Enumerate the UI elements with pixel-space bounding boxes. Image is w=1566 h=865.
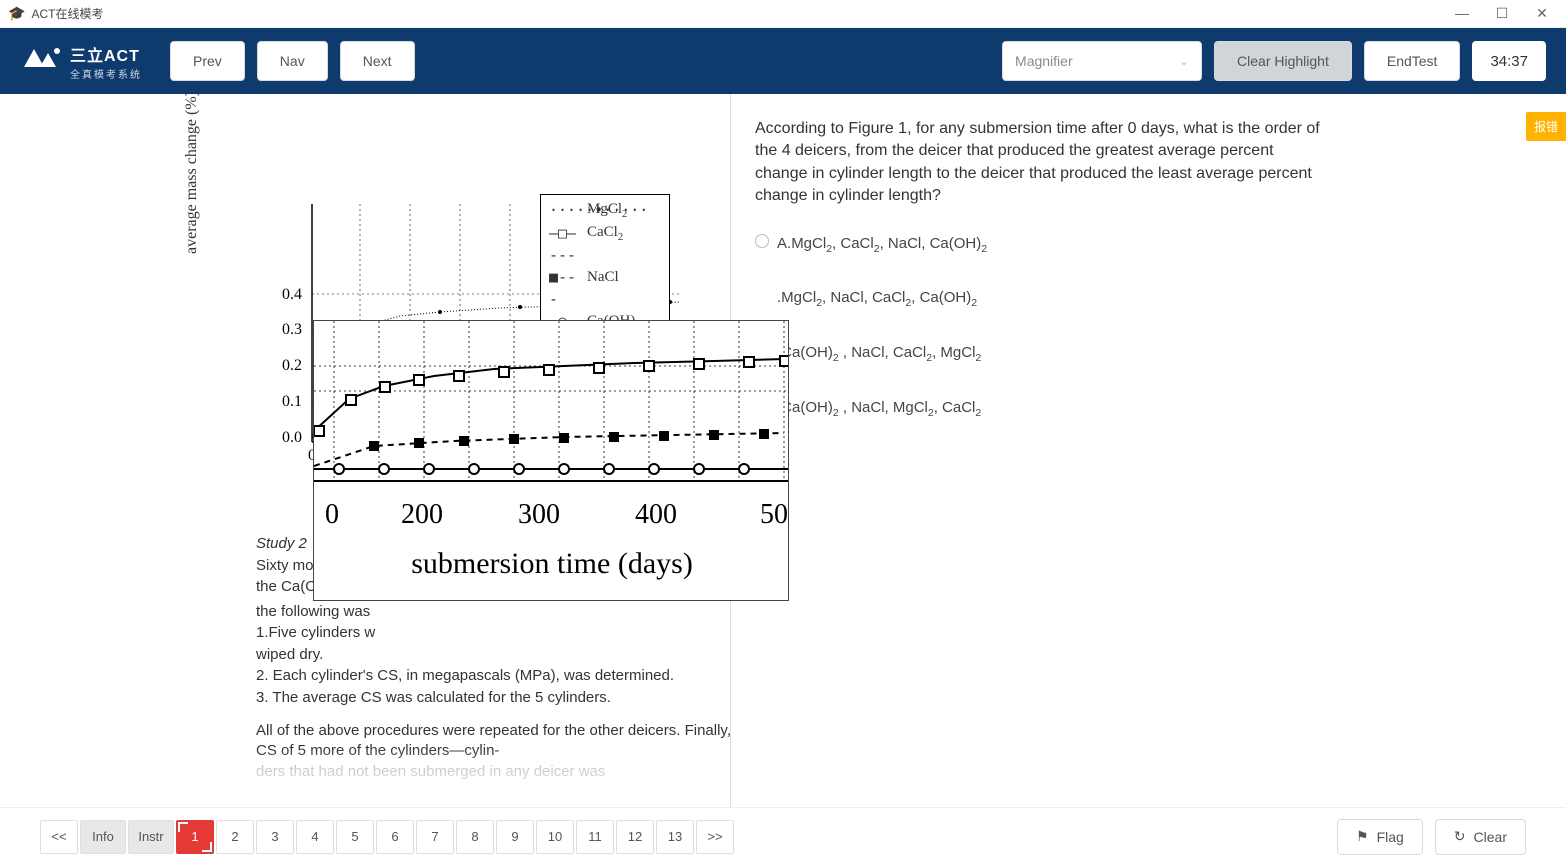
svg-text:0.2: 0.2 [282,357,302,374]
radio-icon [755,234,769,248]
header-bar: 三立ACT 全真模考系统 Prev Nav Next Magnifier ⌄ C… [0,28,1566,94]
question-num-3[interactable]: 3 [256,820,294,854]
chart-legend: ·····•·····MgCl2 —□—CaCl2 ---■---NaCl —○… [540,194,670,339]
next-button[interactable]: Next [340,41,415,81]
close-icon[interactable]: ✕ [1534,5,1550,22]
question-num-9[interactable]: 9 [496,820,534,854]
svg-text:50: 50 [760,499,788,530]
option-b[interactable]: .MgCl2, NaCl, CaCl2, Ca(OH)2 [755,286,1326,311]
page-prev-button[interactable]: << [40,820,78,854]
question-text: According to Figure 1, for any submersio… [755,118,1326,208]
magnifier-overlay[interactable]: 0 200 300 400 50 submersion time (days) [313,320,789,601]
option-a[interactable]: A.MgCl2, CaCl2, NaCl, Ca(OH)2 [755,232,1326,257]
svg-text:400: 400 [635,499,677,530]
option-c[interactable]: .Ca(OH)2 , NaCl, CaCl2, MgCl2 [755,341,1326,366]
question-panel: According to Figure 1, for any submersio… [730,94,1506,807]
question-num-4[interactable]: 4 [296,820,334,854]
svg-text:200: 200 [401,499,443,530]
question-num-5[interactable]: 5 [336,820,374,854]
clear-highlight-button[interactable]: Clear Highlight [1214,41,1352,81]
window-title: ACT在线模考 [31,5,1454,22]
chart-yaxis-label: average mass change (%) [180,94,203,254]
clear-button[interactable]: ↻ Clear [1435,819,1526,855]
logo-text-2: 全真模考系统 [70,66,142,81]
logo: 三立ACT 全真模考系统 [20,42,142,81]
question-nav: << Info Instr 1 2 3 4 5 6 7 8 9 10 11 12… [40,820,734,854]
flag-icon: ⚑ [1356,828,1369,845]
svg-text:submersion time (days): submersion time (days) [411,547,693,580]
svg-text:0.1: 0.1 [282,393,302,410]
svg-text:0.3: 0.3 [282,321,302,338]
chevron-down-icon: ⌄ [1179,54,1189,68]
report-error-button[interactable]: 报错 [1526,112,1566,141]
timer-display: 34:37 [1472,41,1546,81]
answer-options: A.MgCl2, CaCl2, NaCl, Ca(OH)2 .MgCl2, Na… [755,232,1326,421]
nav-button[interactable]: Nav [257,41,328,81]
prev-button[interactable]: Prev [170,41,245,81]
option-d[interactable]: .Ca(OH)2 , NaCl, MgCl2, CaCl2 [755,396,1326,421]
window-titlebar: 🎓 ACT在线模考 — ☐ ✕ [0,0,1566,28]
question-num-1[interactable]: 1 [176,820,214,854]
refresh-icon: ↻ [1454,828,1466,845]
instr-button[interactable]: Instr [128,820,174,854]
svg-text:0.0: 0.0 [282,429,302,446]
maximize-icon[interactable]: ☐ [1494,5,1510,22]
app-icon: 🎓 [8,5,25,22]
logo-text-1: 三立ACT [70,42,142,66]
flag-button[interactable]: ⚑ Flag [1337,819,1423,855]
info-button[interactable]: Info [80,820,126,854]
page-next-button[interactable]: >> [696,820,734,854]
window-controls: — ☐ ✕ [1454,5,1558,22]
logo-mark-icon [20,43,62,79]
content-area: 报错 average mass change (%) 0.4 0.3 0.2 0… [0,94,1566,807]
question-num-12[interactable]: 12 [616,820,654,854]
minimize-icon[interactable]: — [1454,5,1470,22]
question-num-6[interactable]: 6 [376,820,414,854]
svg-text:0.4: 0.4 [282,286,302,303]
svg-text:0: 0 [325,499,339,530]
svg-text:300: 300 [518,499,560,530]
magnifier-select-label: Magnifier [1015,53,1073,69]
bottom-nav-bar: << Info Instr 1 2 3 4 5 6 7 8 9 10 11 12… [0,807,1566,865]
question-num-2[interactable]: 2 [216,820,254,854]
question-num-8[interactable]: 8 [456,820,494,854]
question-num-10[interactable]: 10 [536,820,574,854]
end-test-button[interactable]: EndTest [1364,41,1461,81]
question-num-13[interactable]: 13 [656,820,694,854]
question-num-7[interactable]: 7 [416,820,454,854]
magnifier-select[interactable]: Magnifier ⌄ [1002,41,1202,81]
question-num-11[interactable]: 11 [576,820,614,854]
